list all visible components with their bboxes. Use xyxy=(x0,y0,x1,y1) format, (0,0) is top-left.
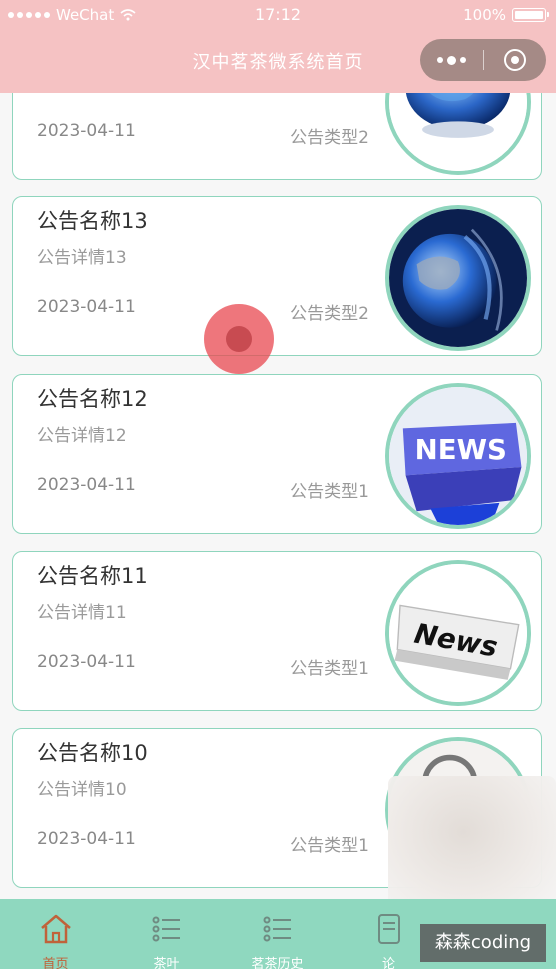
notice-type: 公告类型2 xyxy=(290,128,369,148)
more-button[interactable] xyxy=(420,55,483,65)
blurred-overlay xyxy=(388,776,556,916)
notice-date: 2023-04-11 xyxy=(37,475,136,495)
tab-label: 茶叶 xyxy=(153,957,180,969)
notice-card[interactable]: 公告名称13 公告详情13 2023-04-11 公告类型2 xyxy=(12,196,542,356)
list-icon xyxy=(152,916,180,942)
tab-label: 首页 xyxy=(42,957,69,969)
notice-card[interactable]: 公告名称11 公告详情11 2023-04-11 公告类型1 News xyxy=(12,551,542,711)
notice-type: 公告类型1 xyxy=(290,659,369,679)
notice-type: 公告类型2 xyxy=(290,304,369,324)
notice-type: 公告类型1 xyxy=(290,836,369,856)
notice-date: 2023-04-11 xyxy=(37,297,136,317)
battery-percent: 100% xyxy=(463,6,506,24)
miniprogram-capsule xyxy=(420,39,546,81)
notice-name: 公告名称12 xyxy=(37,387,148,411)
notice-detail: 公告详情13 xyxy=(37,248,127,268)
notice-date: 2023-04-11 xyxy=(37,829,136,849)
news-key-icon: NEWS xyxy=(385,383,531,529)
tab-home[interactable]: 首页 xyxy=(0,899,111,969)
close-miniprogram-button[interactable] xyxy=(484,49,546,71)
header-bar: WeChat 17:12 100% 汉中茗茶微系统首页 xyxy=(0,0,556,93)
touch-indicator xyxy=(204,304,274,374)
tab-label: 茗茶历史 xyxy=(251,957,304,969)
watermark: 森森coding xyxy=(420,924,546,962)
tab-tea-history[interactable]: 茗茶历史 xyxy=(222,899,333,969)
notice-name: 公告名称13 xyxy=(37,209,148,233)
notice-card[interactable]: 公告名称12 公告详情12 2023-04-11 公告类型1 NEWS xyxy=(12,374,542,534)
target-icon xyxy=(504,49,526,71)
notice-date: 2023-04-11 xyxy=(37,652,136,672)
more-dot-icon xyxy=(447,55,456,65)
document-icon xyxy=(377,914,400,944)
notice-name: 公告名称10 xyxy=(37,741,148,765)
more-dot-icon xyxy=(437,57,443,63)
globe-earth-icon xyxy=(385,205,531,351)
screen: 2023-04-11 公告类型2 公告名称13 公告详情13 2023-04-1… xyxy=(0,0,556,969)
list-icon xyxy=(263,916,291,942)
notice-detail: 公告详情12 xyxy=(37,426,127,446)
home-icon xyxy=(40,914,71,944)
notice-detail: 公告详情11 xyxy=(37,603,127,623)
notice-detail: 公告详情10 xyxy=(37,780,127,800)
notice-type: 公告类型1 xyxy=(290,482,369,502)
svg-text:NEWS: NEWS xyxy=(415,433,507,466)
status-bar: WeChat 17:12 100% xyxy=(0,5,556,28)
tab-tea[interactable]: 茶叶 xyxy=(111,899,222,969)
notice-name: 公告名称11 xyxy=(37,564,148,588)
notice-date: 2023-04-11 xyxy=(37,121,136,141)
news-paper-icon: News xyxy=(385,560,531,706)
battery-icon xyxy=(512,8,549,22)
more-dot-icon xyxy=(460,57,466,63)
status-right: 100% xyxy=(463,6,549,24)
